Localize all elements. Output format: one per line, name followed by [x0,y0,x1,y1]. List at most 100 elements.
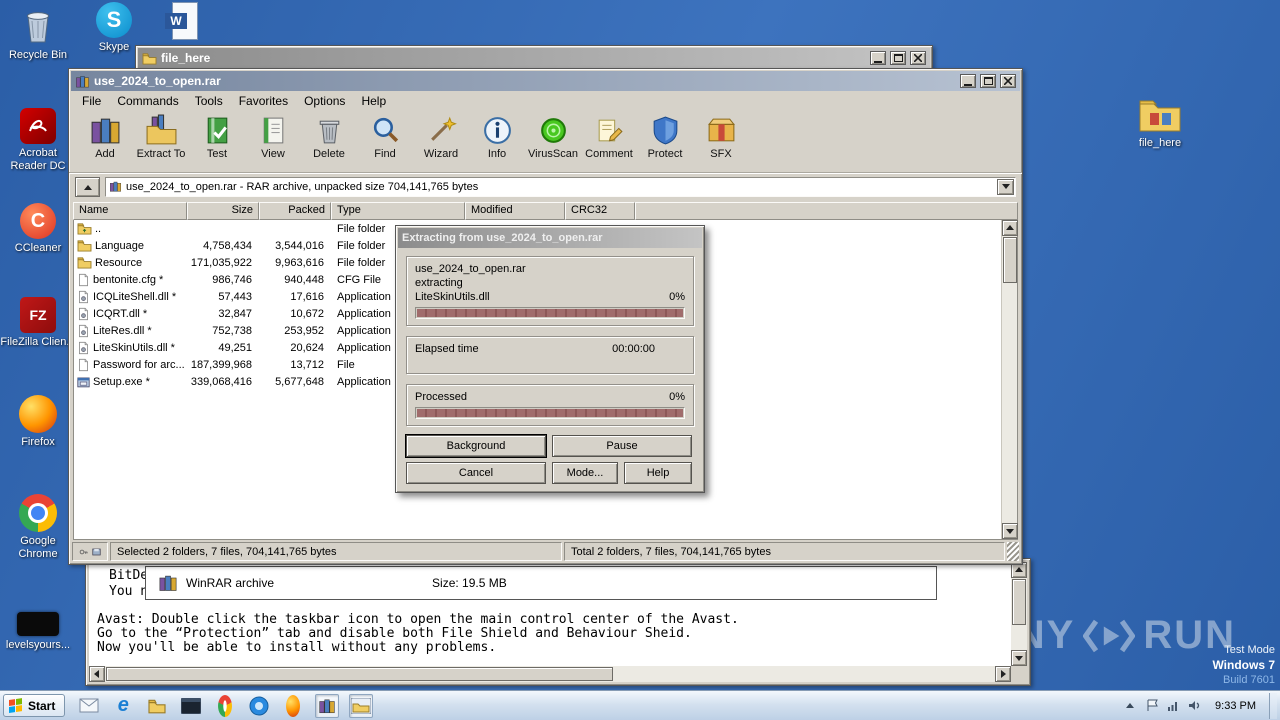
protect-button[interactable]: Protect [637,114,693,170]
maximize-button[interactable] [890,51,906,65]
hidden-icons-chevron[interactable] [1122,699,1138,713]
menu-help[interactable]: Help [354,94,393,109]
test-button[interactable]: Test [189,114,245,170]
extracting-dialog: Extracting from use_2024_to_open.rar use… [395,225,705,493]
header-modified[interactable]: Modified [465,202,565,220]
show-desktop-button[interactable] [1269,692,1277,719]
explorer-titlebar[interactable]: file_here [138,48,930,68]
minimize-button[interactable] [960,74,976,88]
file-type-label: WinRAR archive [186,576,275,590]
scroll-down-button[interactable] [1002,523,1018,539]
menu-tools[interactable]: Tools [188,94,230,109]
file-info-box: WinRAR archive Size: 19.5 MB [145,566,937,600]
mail-icon[interactable] [77,694,101,718]
taskbar-clock[interactable]: 9:33 PM [1210,700,1261,712]
action-center-icon[interactable] [1146,699,1159,712]
dialog-titlebar[interactable]: Extracting from use_2024_to_open.rar [398,228,702,248]
desktop-icon-levelsyours[interactable]: levelsyours... [0,612,76,652]
winrar-taskbar-button[interactable] [315,693,340,718]
chrome-icon[interactable] [213,694,237,718]
file-size-label: Size: 19.5 MB [432,576,507,590]
info-button[interactable]: Info [469,114,525,170]
minimize-button[interactable] [870,51,886,65]
scroll-left-button[interactable] [89,666,105,682]
dll-file-icon [79,307,88,320]
background-button[interactable]: Background [405,434,547,458]
firefox-icon[interactable] [281,694,305,718]
desktop-icon-file-here[interactable]: file_here [1124,96,1196,150]
menu-commands[interactable]: Commands [110,94,185,109]
delete-button[interactable]: Delete [301,114,357,170]
header-crc32[interactable]: CRC32 [565,202,635,220]
up-directory-button[interactable] [75,176,100,197]
internet-explorer-icon[interactable]: e [111,694,135,718]
view-button[interactable]: View [245,114,301,170]
find-button[interactable]: Find [357,114,413,170]
horizontal-scrollbar[interactable] [89,666,1011,682]
scrollbar-thumb[interactable] [1012,579,1026,625]
current-file-group: use_2024_to_open.rar extracting LiteSkin… [406,256,694,326]
folder-icon [142,52,157,65]
header-type[interactable]: Type [331,202,465,220]
status-total: Total 2 folders, 7 files, 704,141,765 by… [564,542,1005,561]
menu-favorites[interactable]: Favorites [232,94,295,109]
winrar-title: use_2024_to_open.rar [94,74,221,88]
mode-button[interactable]: Mode... [552,462,618,484]
vertical-scrollbar[interactable] [1001,220,1018,539]
network-icon[interactable] [1167,699,1180,712]
wizard-button[interactable]: Wizard [413,114,469,170]
desktop-icon-ccleaner[interactable]: C CCleaner [0,203,76,255]
blue-app-icon[interactable] [247,694,271,718]
header-packed[interactable]: Packed [259,202,331,220]
help-button[interactable]: Help [624,462,692,484]
virusscan-button[interactable]: VirusScan [525,114,581,170]
sfx-button[interactable]: SFX [693,114,749,170]
console-icon[interactable] [179,694,203,718]
desktop-icon-filezilla[interactable]: FZ FileZilla Clien... [0,297,76,349]
cancel-button[interactable]: Cancel [406,462,546,484]
desktop-icon-chrome[interactable]: Google Chrome [0,494,76,561]
desktop-icon-firefox[interactable]: Firefox [0,395,76,449]
scrollbar-thumb[interactable] [1003,237,1017,283]
folder-icon [1139,100,1181,132]
add-button[interactable]: Add [77,114,133,170]
desktop-icon-word-doc[interactable]: W [150,2,214,40]
resize-grip[interactable] [1007,542,1019,561]
close-button[interactable] [910,51,926,65]
address-combobox[interactable]: use_2024_to_open.rar - RAR archive, unpa… [105,176,1016,197]
start-button[interactable]: Start [3,694,66,717]
menu-options[interactable]: Options [297,94,352,109]
extract-to-button[interactable]: Extract To [133,114,189,170]
file-icon [79,358,88,371]
header-size[interactable]: Size [187,202,259,220]
processed-percent: 0% [669,391,685,403]
pause-button[interactable]: Pause [552,435,692,457]
dialog-title: Extracting from use_2024_to_open.rar [402,232,603,244]
restore-button[interactable] [980,74,996,88]
desktop-icon-recycle-bin[interactable]: Recycle Bin [0,4,76,62]
winrar-icon [319,699,335,713]
address-dropdown-button[interactable] [997,178,1014,195]
archive-name: use_2024_to_open.rar [415,263,526,275]
winrar-titlebar[interactable]: use_2024_to_open.rar [71,71,1020,91]
status-bar: Selected 2 folders, 7 files, 704,141,765… [72,542,1019,561]
explorer-taskbar-button[interactable] [349,693,374,718]
header-name[interactable]: Name [73,202,187,220]
vertical-scrollbar[interactable] [1011,562,1027,666]
comment-button[interactable]: Comment [581,114,637,170]
scroll-down-button[interactable] [1011,650,1027,666]
folder-icon[interactable] [145,694,169,718]
desktop: ANY RUN Test Mode Windows 7 Build 7601 R… [0,0,1280,720]
close-button[interactable] [1000,74,1016,88]
dll-file-icon [79,341,88,354]
desktop-icon-acrobat[interactable]: Acrobat Reader DC [0,108,76,173]
scrollbar-thumb[interactable] [106,667,614,681]
scroll-right-button[interactable] [995,666,1011,682]
current-file: LiteSkinUtils.dll [415,291,490,303]
scroll-up-button[interactable] [1002,220,1018,236]
firefox-icon [19,395,57,433]
volume-icon[interactable] [1188,699,1202,712]
view-book-icon [263,117,283,144]
menu-file[interactable]: File [75,94,108,109]
status-selected: Selected 2 folders, 7 files, 704,141,765… [110,542,562,561]
